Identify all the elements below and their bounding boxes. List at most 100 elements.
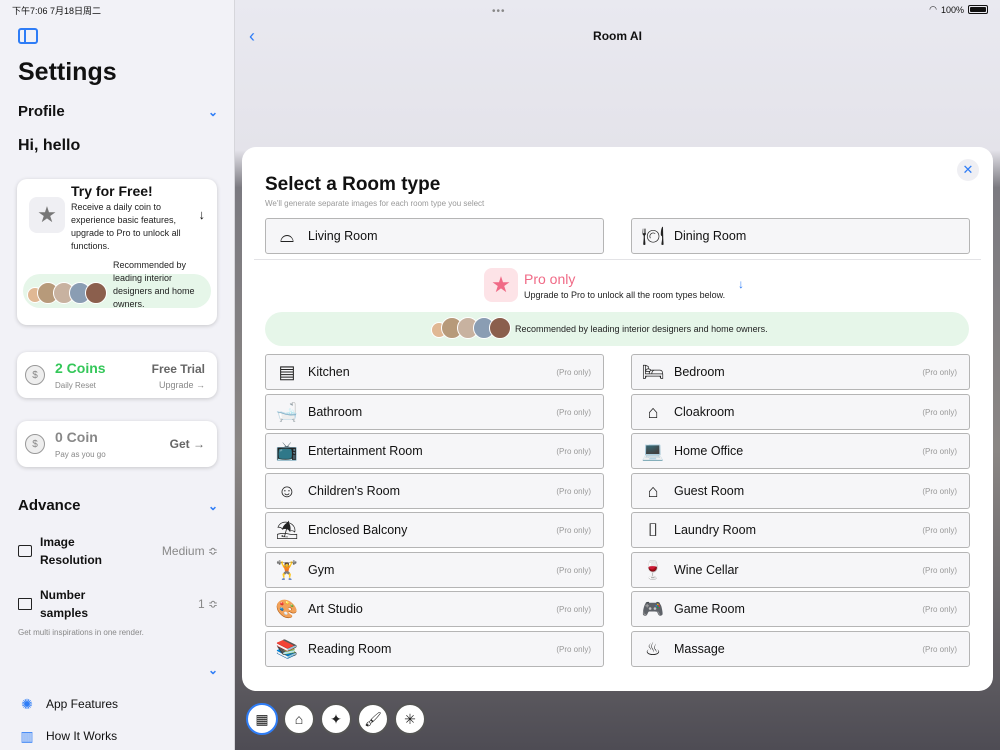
- image-resolution-row[interactable]: Image Resolution Medium ≎: [18, 533, 218, 569]
- room-label: Art Studio: [308, 602, 363, 616]
- room-option-gym[interactable]: 🏋 Gym (Pro only): [265, 552, 604, 588]
- number-samples-value[interactable]: 1 ≎: [198, 597, 218, 611]
- room-option-living-room[interactable]: ⌓ Living Room: [265, 218, 604, 254]
- samples-hint: Get multi inspirations in one render.: [18, 628, 144, 637]
- room-label: Game Room: [674, 602, 745, 616]
- pro-only-tag: (Pro only): [556, 604, 591, 614]
- room-option-enclosed-balcony[interactable]: ⛱ Enclosed Balcony (Pro only): [265, 512, 604, 548]
- chevron-down-icon[interactable]: ⌄: [208, 499, 218, 513]
- room-option-childrens-room[interactable]: ☺ Children's Room (Pro only): [265, 473, 604, 509]
- magic-wand-tool-icon[interactable]: ✳: [394, 703, 426, 735]
- number-samples-row[interactable]: Number samples 1 ≎: [18, 586, 218, 622]
- room-option-laundry-room[interactable]: ⌷ Laundry Room (Pro only): [631, 512, 970, 548]
- room-label: Gym: [308, 563, 335, 577]
- room-label: Laundry Room: [674, 523, 756, 537]
- image-resolution-label: Image Resolution: [40, 535, 102, 567]
- room-option-massage[interactable]: ♨ Massage (Pro only): [631, 631, 970, 667]
- book-icon: ▥: [20, 727, 34, 744]
- room-label: Enclosed Balcony: [308, 523, 408, 537]
- home-tool-icon[interactable]: ⌂: [283, 703, 315, 735]
- chevron-down-icon[interactable]: ⌄: [208, 105, 218, 119]
- arrow-down-icon[interactable]: ↓: [738, 277, 744, 291]
- room-option-kitchen[interactable]: ▤ Kitchen (Pro only): [265, 354, 604, 390]
- room-label: Cloakroom: [674, 405, 735, 419]
- room-type-sheet: ✕ Select a Room type We'll generate sepa…: [242, 147, 993, 691]
- room-label: Children's Room: [308, 484, 401, 498]
- advance-section-header[interactable]: Advance ⌄: [18, 497, 218, 514]
- room-label: Bedroom: [674, 365, 725, 379]
- coin-reset-icon: $: [25, 365, 45, 385]
- chevron-down-icon[interactable]: ⌄: [208, 663, 218, 677]
- room-label: Reading Room: [308, 642, 392, 656]
- try-free-card[interactable]: ★ Try for Free! Receive a daily coin to …: [17, 179, 217, 325]
- room-option-dining-room[interactable]: 🍽 Dining Room: [631, 218, 970, 254]
- sidebar-toggle-icon[interactable]: [18, 28, 38, 44]
- sheet-subtitle: We'll generate separate images for each …: [265, 199, 485, 208]
- free-trial-label[interactable]: Free Trial: [152, 362, 205, 376]
- room-label: Bathroom: [308, 405, 363, 419]
- room-label: Massage: [674, 642, 725, 656]
- room-option-bedroom[interactable]: 🛏 Bedroom (Pro only): [631, 354, 970, 390]
- bottom-toolbar: ▦ ⌂ ✦ 🖌 ✳: [246, 703, 426, 735]
- tv-icon: 📺: [275, 440, 299, 461]
- room-option-reading-room[interactable]: 📚 Reading Room (Pro only): [265, 631, 604, 667]
- avatar-group: [27, 282, 107, 304]
- hanger-icon: ⌂: [647, 401, 659, 422]
- guest-icon: ⌂: [647, 480, 659, 501]
- massage-icon: ♨: [644, 638, 662, 659]
- room-option-wine-cellar[interactable]: 🍷 Wine Cellar (Pro only): [631, 552, 970, 588]
- pro-only-tag: (Pro only): [922, 486, 957, 496]
- room-label: Entertainment Room: [308, 444, 423, 458]
- room-option-bathroom[interactable]: 🛁 Bathroom (Pro only): [265, 394, 604, 430]
- gamepad-icon: 🎮: [641, 598, 665, 619]
- recommendation-bar: Recommended by leading interior designer…: [265, 312, 969, 346]
- pro-only-tag: (Pro only): [922, 604, 957, 614]
- upgrade-link[interactable]: Upgrade →: [159, 380, 205, 390]
- brush-tool-icon[interactable]: 🖌: [357, 703, 389, 735]
- balcony-icon: ⛱: [275, 519, 299, 540]
- room-option-game-room[interactable]: 🎮 Game Room (Pro only): [631, 591, 970, 627]
- number-samples-label: Number samples: [40, 588, 89, 620]
- pro-only-title: Pro only: [524, 271, 576, 287]
- avatar: [489, 317, 511, 339]
- pro-only-tag: (Pro only): [556, 407, 591, 417]
- app-features-label: App Features: [46, 697, 119, 711]
- room-option-cloakroom[interactable]: ⌂ Cloakroom (Pro only): [631, 394, 970, 430]
- pro-only-subtitle: Upgrade to Pro to unlock all the room ty…: [524, 290, 726, 300]
- get-coins-button[interactable]: Get →: [170, 437, 205, 451]
- profile-section-header[interactable]: Profile ⌄: [18, 103, 218, 120]
- room-option-guest-room[interactable]: ⌂ Guest Room (Pro only): [631, 473, 970, 509]
- profile-label: Profile: [18, 103, 65, 120]
- how-it-works-link[interactable]: ▥ How It Works: [18, 727, 117, 745]
- pay-coins-card[interactable]: $ 0 Coin Pay as you go Get →: [17, 421, 217, 467]
- image-resolution-value[interactable]: Medium ≎: [162, 544, 218, 558]
- battery-icon: [968, 5, 988, 14]
- photo-icon: [18, 598, 32, 610]
- app-features-link[interactable]: ✺ App Features: [18, 695, 118, 713]
- arrow-down-icon[interactable]: ↓: [199, 207, 206, 222]
- pro-only-tag: (Pro only): [922, 446, 957, 456]
- room-option-art-studio[interactable]: 🎨 Art Studio (Pro only): [265, 591, 604, 627]
- more-section-header[interactable]: ⌄: [18, 663, 218, 677]
- advance-label: Advance: [18, 497, 81, 514]
- pro-only-tag: (Pro only): [556, 644, 591, 654]
- divider: [254, 259, 981, 260]
- greeting: Hi, hello: [18, 137, 81, 154]
- page-title: Settings: [18, 58, 117, 86]
- try-free-title: Try for Free!: [71, 183, 153, 199]
- room-option-home-office[interactable]: 💻 Home Office (Pro only): [631, 433, 970, 469]
- pro-only-tag: (Pro only): [922, 565, 957, 575]
- palette-icon: 🎨: [275, 598, 299, 619]
- daily-coins-card[interactable]: $ 2 Coins Daily Reset Free Trial Upgrade…: [17, 352, 217, 398]
- recommendation-text: Recommended by leading interior designer…: [515, 324, 768, 334]
- dining-icon: 🍽: [641, 225, 665, 246]
- close-icon[interactable]: ✕: [957, 159, 979, 181]
- kitchen-icon: ▤: [278, 361, 296, 382]
- room-option-entertainment-room[interactable]: 📺 Entertainment Room (Pro only): [265, 433, 604, 469]
- pro-only-tag: (Pro only): [922, 644, 957, 654]
- wifi-icon: ◠: [929, 4, 937, 14]
- how-it-works-label: How It Works: [46, 729, 118, 743]
- sparkle-tool-icon[interactable]: ✦: [320, 703, 352, 735]
- multitasking-dots-icon[interactable]: •••: [492, 6, 506, 17]
- room-type-tool-icon[interactable]: ▦: [246, 703, 278, 735]
